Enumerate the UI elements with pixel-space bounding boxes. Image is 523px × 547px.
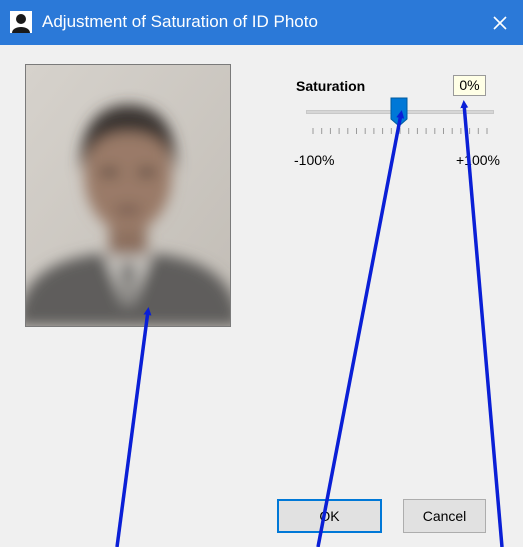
id-photo-preview bbox=[25, 64, 231, 327]
close-icon bbox=[493, 15, 507, 30]
title-bar: Adjustment of Saturation of ID Photo bbox=[0, 0, 523, 45]
arrow-to-photo bbox=[115, 307, 152, 547]
saturation-label: Saturation bbox=[296, 78, 366, 94]
slider-max-label: +100% bbox=[456, 152, 500, 168]
dialog-window: Adjustment of Saturation of ID Photo Sat… bbox=[0, 0, 523, 547]
cancel-button[interactable]: Cancel bbox=[403, 499, 486, 533]
person-silhouette-icon bbox=[10, 11, 32, 33]
arrow-to-slider bbox=[316, 110, 405, 547]
slider-ticks bbox=[312, 128, 488, 134]
ok-button[interactable]: OK bbox=[277, 499, 382, 533]
close-button[interactable] bbox=[477, 0, 523, 45]
portrait-image bbox=[26, 65, 230, 326]
arrow-to-value bbox=[460, 100, 504, 547]
saturation-value-field[interactable]: 0% bbox=[453, 75, 486, 96]
saturation-slider-thumb[interactable] bbox=[389, 97, 409, 127]
slider-min-label: -100% bbox=[294, 152, 335, 168]
window-title: Adjustment of Saturation of ID Photo bbox=[42, 12, 318, 31]
